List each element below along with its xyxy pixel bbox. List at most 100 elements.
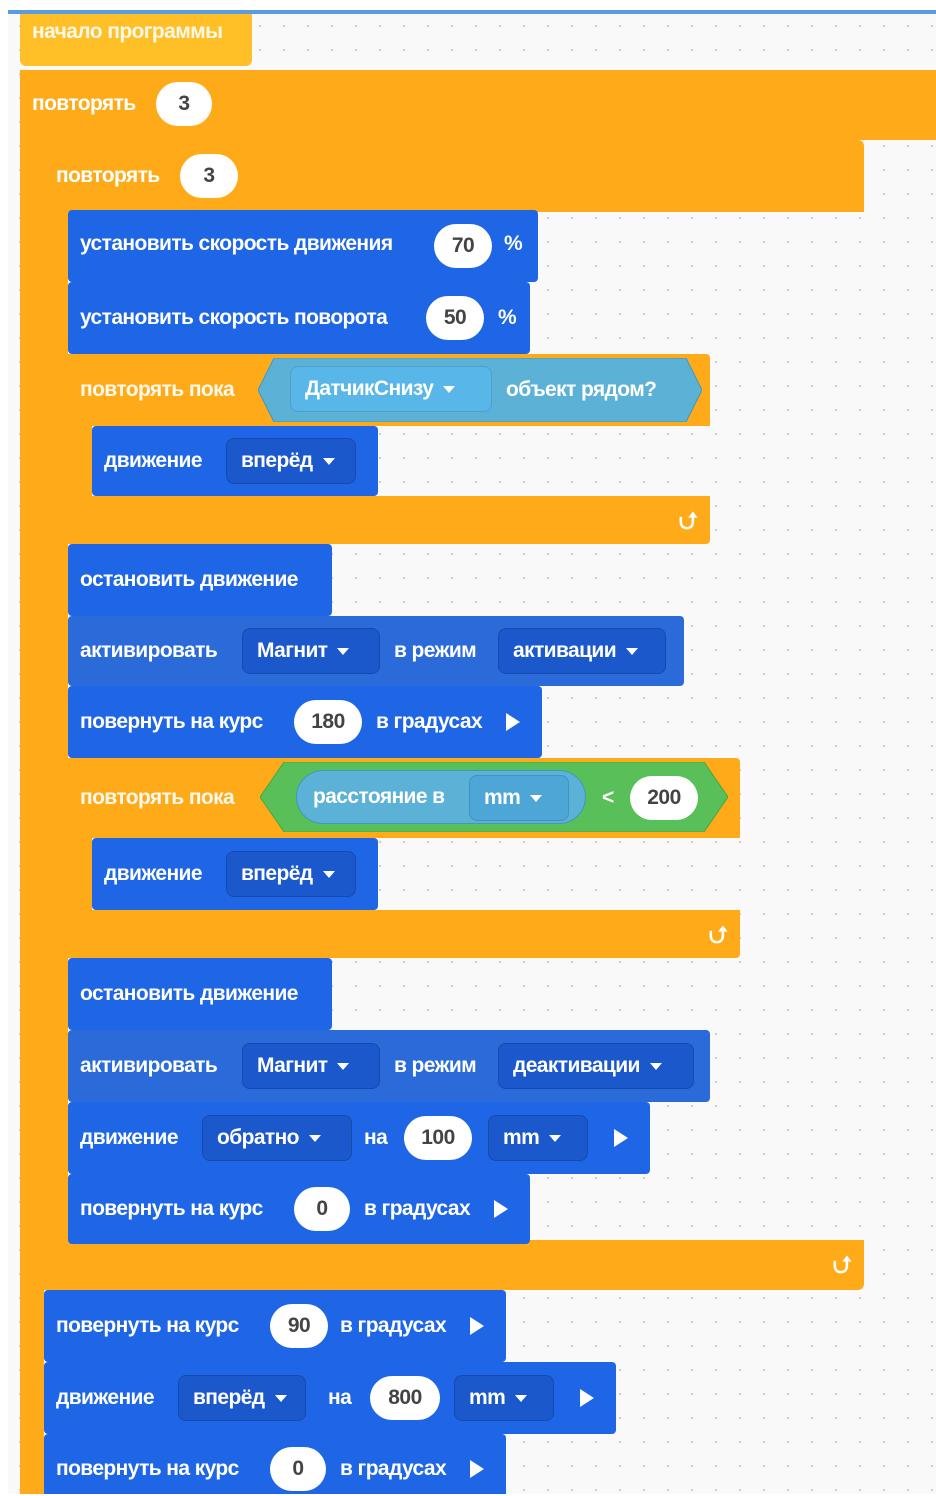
play-icon[interactable] [470, 1317, 484, 1335]
device-dropdown-label: Магнит [257, 639, 328, 662]
turn-label-1: повернуть на курс [80, 710, 263, 733]
turn-value-3[interactable]: 90 [270, 1304, 328, 1348]
move-label-2: движение [104, 862, 203, 885]
mode-dropdown-1[interactable]: активации [498, 628, 666, 674]
play-icon[interactable] [614, 1129, 628, 1147]
repeat-until-label-2: повторять пока [80, 786, 235, 809]
play-icon[interactable] [494, 1200, 508, 1218]
move-back-label: движение [80, 1126, 179, 1149]
unit-dropdown-label: mm [469, 1386, 506, 1409]
repeat-until-footer-1: ⮍ [68, 496, 710, 544]
move-forward-block-1[interactable]: движение вперёд [92, 426, 378, 496]
unit-dropdown-label: mm [503, 1126, 540, 1149]
move-forward-direction-dropdown[interactable]: вперёд [178, 1375, 306, 1421]
chevron-down-icon [443, 385, 456, 393]
set-turn-speed-label: установить скорость поворота [80, 306, 388, 329]
stop-movement-label-2: остановить движение [80, 982, 298, 1005]
turn-heading-block-4[interactable]: повернуть на курс 0 в градусах [44, 1434, 506, 1494]
turn-value-2[interactable]: 0 [294, 1187, 350, 1231]
play-icon[interactable] [470, 1460, 484, 1478]
distance-sensor-reporter[interactable]: расстояние в mm [296, 770, 586, 824]
move-back-unit-dropdown[interactable]: mm [488, 1115, 588, 1161]
loop-arrow-icon: ⮍ [678, 508, 698, 535]
chevron-down-icon [530, 794, 543, 802]
play-icon[interactable] [580, 1389, 594, 1407]
start-block[interactable]: начало программы [20, 14, 252, 66]
chevron-down-icon [549, 1134, 562, 1142]
move-forward-block-2[interactable]: движение вперёд [92, 838, 378, 910]
activate-magnet-block-2[interactable]: активировать Магнит в режим деактивации [68, 1030, 710, 1102]
move-forward-distance[interactable]: 800 [370, 1376, 440, 1420]
direction-dropdown-label: вперёд [241, 449, 313, 472]
turn-label-2: повернуть на курс [80, 1197, 263, 1220]
loop-arrow-icon: ⮍ [708, 922, 728, 949]
set-speed-value[interactable]: 70 [434, 224, 492, 268]
sensor-dropdown-1[interactable]: ДатчикСнизу [290, 366, 492, 412]
script-workspace[interactable]: начало программы повторять 3 ⮍ повторять… [8, 10, 936, 1494]
repeat-until-label-1: повторять пока [80, 378, 235, 401]
move-back-direction-dropdown[interactable]: обратно [202, 1115, 352, 1161]
play-icon[interactable] [506, 713, 520, 731]
move-label-1: движение [104, 449, 203, 472]
turn-heading-block-2[interactable]: повернуть на курс 0 в градусах [68, 1174, 530, 1244]
mode-label-2: в режим [394, 1054, 477, 1077]
stop-movement-block-1[interactable]: остановить движение [68, 544, 332, 616]
start-block-label: начало программы [32, 20, 223, 43]
set-speed-label: установить скорость движения [80, 232, 393, 255]
chevron-down-icon [322, 457, 335, 465]
device-dropdown-1[interactable]: Магнит [242, 628, 380, 674]
turn-unit-4: в градусах [340, 1457, 447, 1480]
move-back-on-label: на [364, 1126, 388, 1149]
stop-movement-label-1: остановить движение [80, 568, 298, 591]
device-dropdown-2[interactable]: Магнит [242, 1043, 380, 1089]
chevron-down-icon [515, 1394, 528, 1402]
outer-repeat-count[interactable]: 3 [156, 82, 212, 126]
outer-repeat-arm [20, 70, 44, 1494]
turn-value-1[interactable]: 180 [294, 700, 362, 744]
chevron-down-icon [274, 1394, 287, 1402]
device-dropdown-label: Магнит [257, 1054, 328, 1077]
distance-label: расстояние в [313, 785, 445, 808]
distance-unit-label: mm [484, 786, 521, 809]
chevron-down-icon [337, 1062, 350, 1070]
set-turn-speed-block[interactable]: установить скорость поворота 50 % [68, 282, 530, 354]
chevron-down-icon [308, 1134, 321, 1142]
activate-magnet-block-1[interactable]: активировать Магнит в режим активации [68, 616, 684, 686]
comparison-value[interactable]: 200 [630, 776, 698, 820]
inner-repeat-arm [44, 140, 68, 1290]
turn-heading-block-3[interactable]: повернуть на курс 90 в градусах [44, 1290, 506, 1362]
move-forward-distance-block[interactable]: движение вперёд на 800 mm [44, 1362, 616, 1434]
move-forward-on-label: на [328, 1386, 352, 1409]
direction-dropdown-label: вперёд [193, 1386, 265, 1409]
condition-label-1: объект рядом? [506, 378, 657, 401]
mode-dropdown-label: деактивации [513, 1054, 640, 1077]
direction-dropdown-label: вперёд [241, 862, 313, 885]
turn-unit-2: в градусах [364, 1197, 471, 1220]
direction-dropdown-2[interactable]: вперёд [226, 851, 356, 897]
activate-label-1: активировать [80, 639, 218, 662]
turn-label-4: повернуть на курс [56, 1457, 239, 1480]
turn-unit-1: в градусах [376, 710, 483, 733]
direction-dropdown-1[interactable]: вперёд [226, 438, 356, 484]
set-turn-speed-unit: % [498, 306, 517, 329]
move-forward-unit-dropdown[interactable]: mm [454, 1375, 554, 1421]
move-forward-label: движение [56, 1386, 155, 1409]
chevron-down-icon [322, 870, 335, 878]
outer-repeat-label: повторять [32, 92, 136, 115]
set-speed-block[interactable]: установить скорость движения 70 % [68, 210, 538, 282]
repeat-until-footer-2: ⮍ [68, 910, 740, 958]
move-back-distance[interactable]: 100 [404, 1116, 472, 1160]
set-speed-unit: % [504, 232, 523, 255]
turn-heading-block-1[interactable]: повернуть на курс 180 в градусах [68, 686, 542, 758]
chevron-down-icon [337, 647, 350, 655]
set-turn-speed-value[interactable]: 50 [426, 296, 484, 340]
distance-unit-dropdown[interactable]: mm [469, 775, 569, 821]
move-back-block[interactable]: движение обратно на 100 mm [68, 1102, 650, 1174]
stop-movement-block-2[interactable]: остановить движение [68, 958, 332, 1030]
turn-value-4[interactable]: 0 [270, 1447, 326, 1491]
inner-repeat-label: повторять [56, 164, 160, 187]
inner-repeat-count[interactable]: 3 [180, 154, 238, 198]
activate-label-2: активировать [80, 1054, 218, 1077]
mode-dropdown-2[interactable]: деактивации [498, 1043, 694, 1089]
inner-repeat-block[interactable] [44, 140, 864, 212]
